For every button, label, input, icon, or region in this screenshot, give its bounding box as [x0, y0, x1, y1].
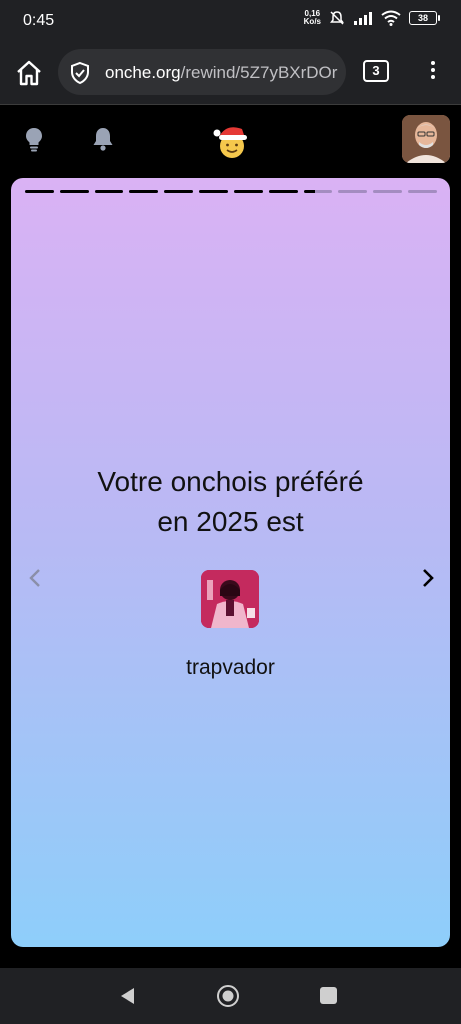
- progress-segment: [408, 190, 437, 193]
- user-avatar[interactable]: [402, 115, 450, 163]
- chevron-left-icon[interactable]: [25, 567, 45, 589]
- status-time: 0:45: [23, 12, 55, 29]
- headline-line-2: en 2025 est: [157, 506, 304, 537]
- onchois-avatar-image: [201, 570, 259, 628]
- browser-toolbar: onche.org/rewind/5Z7yBXrDOr 3: [0, 44, 461, 105]
- url-host: onche.org: [105, 63, 181, 82]
- system-nav-bar: [0, 968, 461, 1024]
- santa-hat-smiley-logo[interactable]: [212, 121, 250, 161]
- back-triangle-icon[interactable]: [118, 986, 138, 1006]
- headline-line-1: Votre onchois préféré: [97, 466, 364, 497]
- onchois-name[interactable]: trapvador: [11, 656, 450, 680]
- progress-segment: [338, 190, 368, 193]
- more-vert-icon[interactable]: [428, 58, 438, 84]
- progress-segment: [59, 190, 89, 193]
- lightbulb-icon[interactable]: [21, 126, 47, 152]
- progress-segment: [268, 190, 298, 193]
- progress-segment: [129, 190, 159, 193]
- battery-indicator: 38: [409, 11, 440, 25]
- onchois-avatar[interactable]: [201, 570, 259, 628]
- story-headline: Votre onchois préféré en 2025 est: [11, 462, 450, 542]
- site-header: [0, 105, 461, 175]
- avatar-image: [402, 115, 450, 163]
- recent-apps-square-icon[interactable]: [320, 987, 337, 1004]
- home-circle-icon[interactable]: [216, 984, 240, 1008]
- bell-muted-icon: [330, 11, 344, 25]
- status-bar: 0:45 0,16 Ko/s 38: [0, 0, 461, 44]
- story-progress: [25, 190, 437, 194]
- progress-segment: [373, 190, 403, 193]
- network-speed: 0,16 Ko/s: [304, 10, 321, 26]
- progress-segment: [199, 190, 228, 193]
- url-path: /rewind/5Z7yBXrDOr: [180, 63, 338, 82]
- status-icons: 0,16 Ko/s 38: [304, 10, 440, 26]
- wifi-icon: [381, 10, 401, 26]
- progress-segment: [94, 190, 124, 193]
- signal-icon: [354, 12, 372, 25]
- bell-icon[interactable]: [90, 126, 116, 152]
- address-bar[interactable]: onche.org/rewind/5Z7yBXrDOr: [58, 49, 346, 95]
- progress-segment: [164, 190, 194, 193]
- chevron-right-icon[interactable]: [418, 567, 438, 589]
- progress-segment: [25, 190, 54, 193]
- url-text[interactable]: onche.org/rewind/5Z7yBXrDOr: [105, 63, 337, 83]
- progress-segment: [303, 190, 333, 193]
- tab-switcher-button[interactable]: 3: [363, 60, 389, 82]
- shield-check-icon[interactable]: [68, 61, 92, 85]
- home-icon[interactable]: [14, 58, 44, 88]
- network-speed-unit: Ko/s: [303, 17, 321, 26]
- rewind-story-card[interactable]: Votre onchois préféré en 2025 est trapva…: [11, 178, 450, 947]
- progress-segment: [233, 190, 263, 193]
